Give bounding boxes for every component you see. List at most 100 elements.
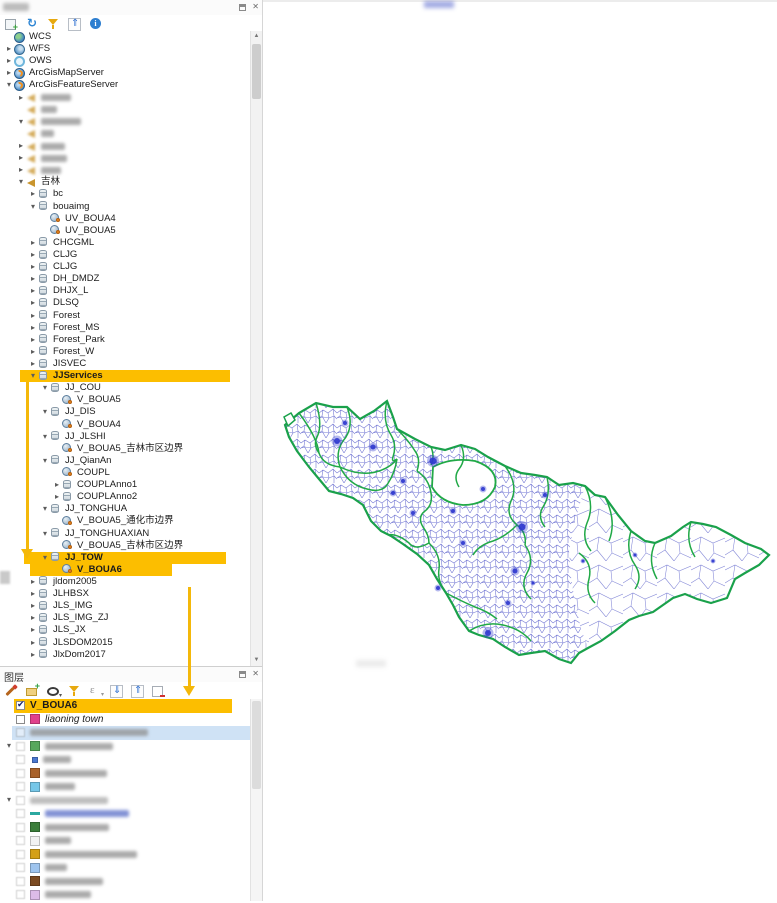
layer-checkbox[interactable] [16,796,25,805]
expander-icon[interactable] [28,624,38,636]
layer-item[interactable] [0,875,250,889]
expander-icon[interactable] [52,491,62,503]
layer-checkbox[interactable] [16,728,25,737]
tree-item[interactable]: JJ_TOW [0,552,249,564]
layer-item[interactable] [0,888,250,901]
refresh-button[interactable] [26,17,39,30]
expander-icon[interactable] [28,310,38,322]
layer-checkbox[interactable] [16,863,25,872]
tree-item[interactable]: CLJG [0,249,249,261]
expander-icon[interactable] [28,201,38,213]
tree-item[interactable]: Forest_W [0,346,249,358]
expander-icon[interactable] [28,346,38,358]
tree-item[interactable]: OWS [0,55,249,67]
layer-item[interactable] [0,794,250,808]
expander-icon[interactable] [4,740,14,752]
layer-item[interactable]: V_BOUA6 [0,699,250,713]
tree-item[interactable]: JLS_IMG_ZJ [0,612,249,624]
tree-item[interactable]: CLJG [0,261,249,273]
collapse-all-button[interactable] [68,17,81,30]
layer-item[interactable] [0,848,250,862]
tree-item[interactable]: JJ_TONGHUA [0,503,249,515]
add-group-button[interactable] [26,684,39,697]
expander-icon[interactable] [28,358,38,370]
layer-checkbox[interactable] [16,769,25,778]
layer-item[interactable] [0,807,250,821]
layer-checkbox[interactable] [16,742,25,751]
layer-checkbox[interactable] [16,877,25,886]
expander-icon[interactable] [4,79,14,91]
tree-item[interactable] [0,116,249,128]
expander-icon[interactable] [28,273,38,285]
layer-checkbox[interactable] [16,701,25,710]
layer-item[interactable] [0,821,250,835]
tree-item[interactable]: ArcGisFeatureServer [0,79,249,91]
layer-item[interactable] [0,740,250,754]
tree-item[interactable] [0,128,249,140]
layer-checkbox[interactable] [16,782,25,791]
layer-checkbox[interactable] [16,890,25,899]
expander-icon[interactable] [40,552,50,564]
tree-item[interactable]: COUPL [0,467,249,479]
layer-item[interactable] [0,834,250,848]
close-icon[interactable]: ✕ [252,3,259,11]
layer-checkbox[interactable] [16,823,25,832]
layer-item[interactable] [0,767,250,781]
expander-icon[interactable] [4,55,14,67]
expander-icon[interactable] [4,43,14,55]
tree-item[interactable]: V_BOUA5 [0,394,249,406]
layer-checkbox[interactable] [16,755,25,764]
expander-icon[interactable] [16,92,26,104]
layer-checkbox[interactable] [16,809,25,818]
layer-item[interactable] [0,780,250,794]
tree-item[interactable]: 吉林 [0,176,249,188]
layer-checkbox[interactable] [16,715,25,724]
expander-icon[interactable] [16,152,26,164]
expander-icon[interactable] [40,528,50,540]
expander-icon[interactable] [16,176,26,188]
tree-item[interactable] [0,104,249,116]
expander-icon[interactable] [16,140,26,152]
expander-icon[interactable] [28,576,38,588]
tree-item[interactable]: JJServices [0,370,249,382]
layer-styling-button[interactable] [5,684,18,697]
expander-icon[interactable] [16,116,26,128]
expander-icon[interactable] [28,370,38,382]
tree-item[interactable]: DLSQ [0,297,249,309]
tree-item[interactable] [0,152,249,164]
expander-icon[interactable] [28,612,38,624]
expander-icon[interactable] [28,188,38,200]
collapse-all-layers-button[interactable] [131,684,144,697]
undock-icon[interactable] [239,4,246,11]
map-themes-button[interactable] [47,684,60,697]
tree-item[interactable]: V_BOUA5_通化市边界 [0,515,249,527]
expander-icon[interactable] [28,285,38,297]
expander-icon[interactable] [16,164,26,176]
expander-icon[interactable] [28,637,38,649]
tree-item[interactable]: ArcGisMapServer [0,67,249,79]
expander-icon[interactable] [40,455,50,467]
tree-item[interactable]: COUPLAnno1 [0,479,249,491]
tree-item[interactable]: UV_BOUA5 [0,225,249,237]
expander-icon[interactable] [4,794,14,806]
province-map[interactable] [283,393,775,673]
tree-item[interactable] [0,164,249,176]
tree-item[interactable]: V_BOUA6 [0,564,249,576]
scrollbar-thumb[interactable] [252,701,261,789]
scroll-down-icon[interactable]: ▼ [251,655,262,666]
expander-icon[interactable] [4,67,14,79]
layer-item[interactable] [0,861,250,875]
tree-item[interactable]: V_BOUA4 [0,419,249,431]
layer-item[interactable] [0,753,250,767]
add-selected-layers-button[interactable] [5,17,18,30]
expander-icon[interactable] [28,649,38,661]
close-icon[interactable]: ✕ [252,670,259,678]
filter-browser-button[interactable] [47,17,60,30]
expander-icon[interactable] [28,261,38,273]
remove-layer-button[interactable] [152,684,165,697]
tree-item[interactable]: DHJX_L [0,285,249,297]
expander-icon[interactable] [28,334,38,346]
tree-item[interactable]: JJ_TONGHUAXIAN [0,527,249,539]
tree-item[interactable]: CHCGML [0,237,249,249]
browser-scrollbar[interactable]: ▲ ▼ [250,31,262,666]
